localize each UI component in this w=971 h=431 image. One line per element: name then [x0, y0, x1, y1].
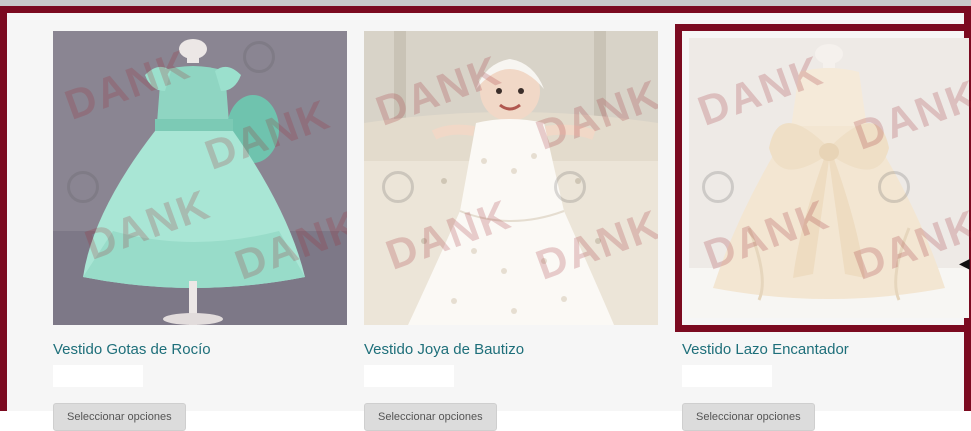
product-image[interactable]: DANK DANK DANK DANK [364, 31, 658, 325]
watermark-logo-icon [878, 171, 910, 203]
product-card[interactable]: DANK DANK DANK DANK Vestido Gotas de Roc… [53, 31, 347, 431]
product-grid-frame: DANK DANK DANK DANK Vestido Gotas de Roc… [0, 6, 971, 431]
select-options-button[interactable]: Seleccionar opciones [364, 403, 497, 431]
watermark-logo-icon [382, 171, 414, 203]
watermark-logo-icon [243, 41, 275, 73]
product-title[interactable]: Vestido Lazo Encantador [682, 341, 971, 359]
product-image[interactable]: DANK DANK DANK DANK [675, 24, 971, 332]
select-options-button[interactable]: Seleccionar opciones [682, 403, 815, 431]
price-placeholder [53, 365, 143, 387]
product-title[interactable]: Vestido Gotas de Rocío [53, 341, 347, 359]
watermark-logo-icon [554, 171, 586, 203]
product-title[interactable]: Vestido Joya de Bautizo [364, 341, 658, 359]
mint-tulle-dress-image [53, 31, 347, 325]
price-placeholder [364, 365, 454, 387]
product-card[interactable]: DANK DANK DANK DANK Vestido Joya de Baut… [364, 31, 658, 431]
left-arrow-pointer-icon: ◀ [959, 255, 970, 271]
product-card-selected[interactable]: DANK DANK DANK DANK Vestido Lazo Encanta… [675, 24, 971, 431]
select-options-button[interactable]: Seleccionar opciones [53, 403, 186, 431]
price-placeholder [682, 365, 772, 387]
watermark-logo-icon [702, 171, 734, 203]
product-image[interactable]: DANK DANK DANK DANK [53, 31, 347, 325]
watermark-logo-icon [67, 171, 99, 203]
